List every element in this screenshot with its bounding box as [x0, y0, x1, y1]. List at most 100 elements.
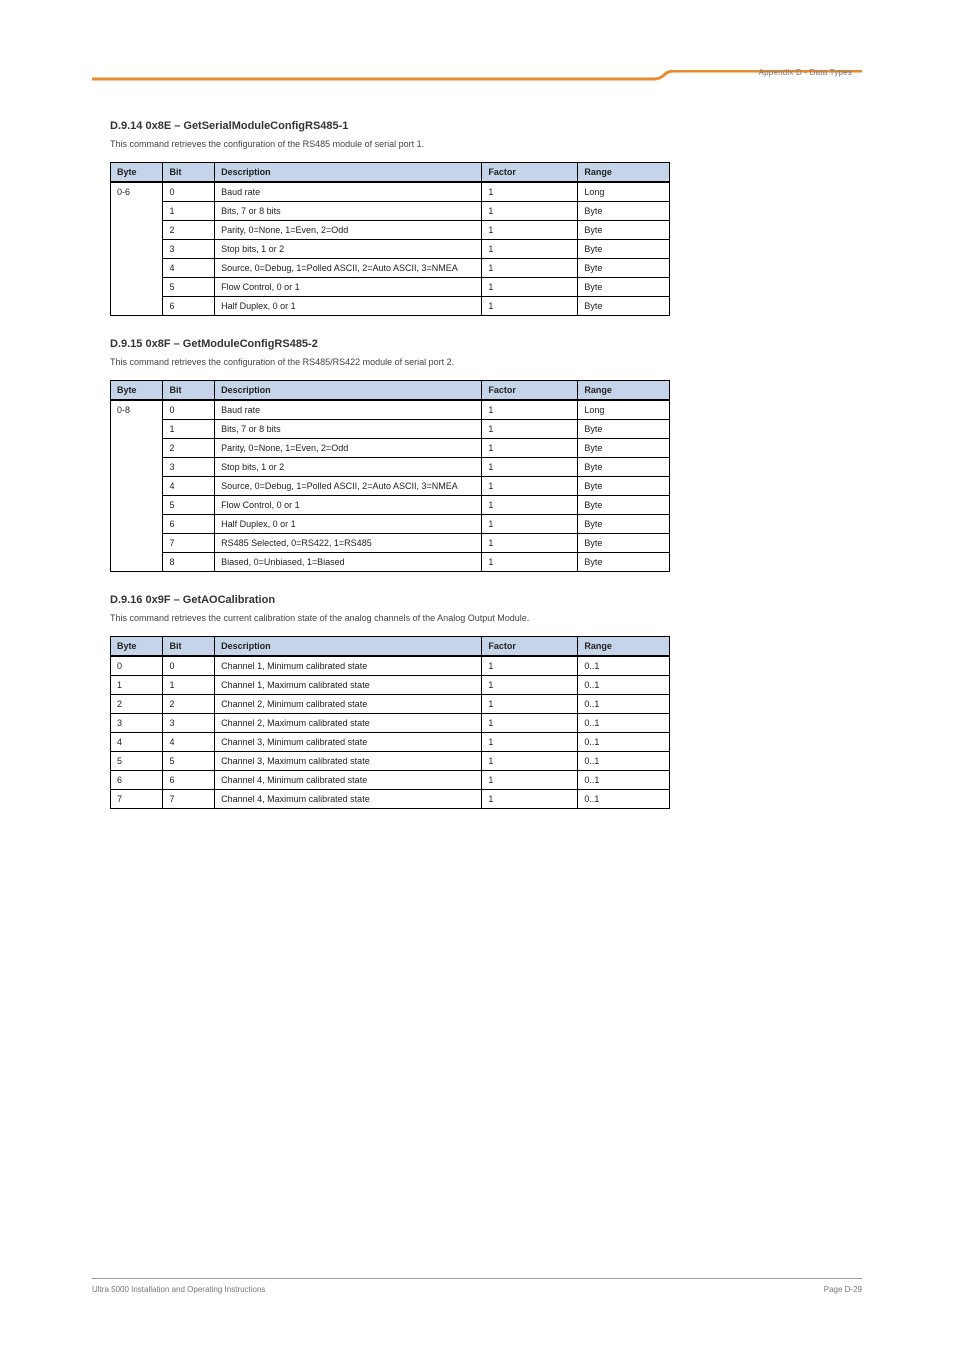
table-row: 11Channel 1, Maximum calibrated state10.… [111, 676, 670, 695]
table-header: Byte [111, 381, 163, 401]
page-footer: Ultra 5000 Installation and Operating In… [92, 1278, 862, 1294]
cell-bit: 6 [163, 297, 215, 316]
table-row: 7RS485 Selected, 0=RS422, 1=RS4851Byte [111, 534, 670, 553]
table-row: 4Source, 0=Debug, 1=Polled ASCII, 2=Auto… [111, 477, 670, 496]
cell-factor: 1 [482, 202, 578, 221]
cell-range: 0..1 [578, 752, 670, 771]
table-header: Factor [482, 381, 578, 401]
cell-bit: 1 [163, 420, 215, 439]
cell-range: Byte [578, 259, 670, 278]
table-row: 5Flow Control, 0 or 11Byte [111, 278, 670, 297]
cell-description: Channel 3, Minimum calibrated state [215, 733, 482, 752]
table-row: 55Channel 3, Maximum calibrated state10.… [111, 752, 670, 771]
cell-description: Flow Control, 0 or 1 [215, 278, 482, 297]
cell-description: Stop bits, 1 or 2 [215, 458, 482, 477]
cell-bit: 2 [163, 695, 215, 714]
cell-range: 0..1 [578, 656, 670, 676]
cell-range: Byte [578, 496, 670, 515]
table-row: 33Channel 2, Maximum calibrated state10.… [111, 714, 670, 733]
cell-range: Byte [578, 477, 670, 496]
cell-factor: 1 [482, 676, 578, 695]
table-row: 4Source, 0=Debug, 1=Polled ASCII, 2=Auto… [111, 259, 670, 278]
cell-bit: 6 [163, 771, 215, 790]
cell-range: Byte [578, 202, 670, 221]
cell-byte: 0 [111, 656, 163, 676]
table-row: 3Stop bits, 1 or 21Byte [111, 240, 670, 259]
table-row: 2Parity, 0=None, 1=Even, 2=Odd1Byte [111, 221, 670, 240]
table-header: Byte [111, 163, 163, 183]
footer-doc-title: Ultra 5000 Installation and Operating In… [92, 1285, 265, 1294]
table-header: Range [578, 637, 670, 657]
cell-description: Channel 4, Minimum calibrated state [215, 771, 482, 790]
cell-factor: 1 [482, 297, 578, 316]
cell-bit: 7 [163, 534, 215, 553]
cell-bit: 5 [163, 278, 215, 297]
cell-range: 0..1 [578, 676, 670, 695]
cell-byte: 3 [111, 714, 163, 733]
table-row: 00Channel 1, Minimum calibrated state10.… [111, 656, 670, 676]
cell-range: Byte [578, 278, 670, 297]
cell-factor: 1 [482, 420, 578, 439]
table-header: Description [215, 163, 482, 183]
section-description: This command retrieves the configuration… [110, 356, 844, 368]
cell-factor: 1 [482, 400, 578, 420]
cell-bit: 1 [163, 202, 215, 221]
cell-bit: 6 [163, 515, 215, 534]
cell-range: 0..1 [578, 790, 670, 809]
cell-factor: 1 [482, 496, 578, 515]
table-row: 5Flow Control, 0 or 11Byte [111, 496, 670, 515]
cell-description: Channel 3, Maximum calibrated state [215, 752, 482, 771]
cell-range: Long [578, 182, 670, 202]
cell-description: Channel 2, Minimum calibrated state [215, 695, 482, 714]
cell-factor: 1 [482, 182, 578, 202]
cell-range: Byte [578, 534, 670, 553]
cell-factor: 1 [482, 534, 578, 553]
cell-range: Byte [578, 458, 670, 477]
breadcrumb: Appendix D - Data Types [759, 68, 852, 77]
cell-factor: 1 [482, 714, 578, 733]
cell-byte: 2 [111, 695, 163, 714]
table-row: 6Half Duplex, 0 or 11Byte [111, 297, 670, 316]
cell-description: Stop bits, 1 or 2 [215, 240, 482, 259]
cell-factor: 1 [482, 458, 578, 477]
cell-range: 0..1 [578, 771, 670, 790]
cell-factor: 1 [482, 771, 578, 790]
cell-description: Half Duplex, 0 or 1 [215, 297, 482, 316]
table-header: Bit [163, 637, 215, 657]
cell-factor: 1 [482, 221, 578, 240]
table-header: Factor [482, 163, 578, 183]
table-header: Bit [163, 381, 215, 401]
cell-range: 0..1 [578, 714, 670, 733]
footer-page-number: Page D-29 [824, 1285, 862, 1294]
cell-factor: 1 [482, 656, 578, 676]
cell-byte: 0-6 [111, 182, 163, 316]
table-row: 2Parity, 0=None, 1=Even, 2=Odd1Byte [111, 439, 670, 458]
cell-bit: 2 [163, 439, 215, 458]
cell-description: Bits, 7 or 8 bits [215, 420, 482, 439]
cell-bit: 3 [163, 240, 215, 259]
cell-byte: 4 [111, 733, 163, 752]
table-row: 6Half Duplex, 0 or 11Byte [111, 515, 670, 534]
cell-byte: 0-8 [111, 400, 163, 572]
cell-description: Baud rate [215, 182, 482, 202]
cell-byte: 7 [111, 790, 163, 809]
table-header: Range [578, 163, 670, 183]
table-row: 22Channel 2, Minimum calibrated state10.… [111, 695, 670, 714]
cell-byte: 1 [111, 676, 163, 695]
cell-description: Channel 2, Maximum calibrated state [215, 714, 482, 733]
cell-bit: 0 [163, 182, 215, 202]
section: D.9.14 0x8E – GetSerialModuleConfigRS485… [110, 120, 844, 316]
section: D.9.16 0x9F – GetAOCalibrationThis comma… [110, 594, 844, 809]
table-header: Byte [111, 637, 163, 657]
section-description: This command retrieves the configuration… [110, 138, 844, 150]
cell-bit: 8 [163, 553, 215, 572]
section-title: D.9.15 0x8F – GetModuleConfigRS485-2 [110, 338, 844, 350]
cell-description: Channel 1, Minimum calibrated state [215, 656, 482, 676]
cell-bit: 3 [163, 714, 215, 733]
table-row: 1Bits, 7 or 8 bits1Byte [111, 420, 670, 439]
cell-factor: 1 [482, 515, 578, 534]
cell-range: Long [578, 400, 670, 420]
cell-description: Source, 0=Debug, 1=Polled ASCII, 2=Auto … [215, 477, 482, 496]
data-table: ByteBitDescriptionFactorRange0-80Baud ra… [110, 380, 670, 572]
cell-range: 0..1 [578, 695, 670, 714]
